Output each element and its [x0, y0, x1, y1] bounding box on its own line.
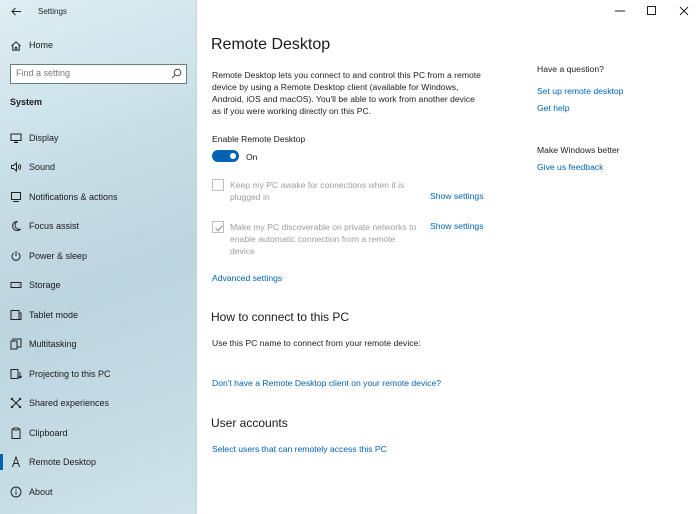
sidebar-item-label: Tablet mode [29, 310, 79, 320]
sidebar-item-label: Multitasking [29, 339, 77, 349]
sidebar-item-label: Sound [29, 162, 56, 172]
have-a-question-header: Have a question? [537, 64, 604, 74]
main-content: Remote Desktop Remote Desktop lets you c… [197, 0, 700, 514]
sidebar-item-tablet-mode[interactable]: Tablet mode [0, 304, 197, 326]
sidebar-item-label: About [29, 487, 53, 497]
toggle-state-label: On [246, 152, 258, 162]
keep-awake-label: Keep my PC awake for connections when it… [230, 180, 405, 202]
enable-remote-desktop-label: Enable Remote Desktop [212, 134, 306, 144]
sidebar-item-projecting[interactable]: Projecting to this PC [0, 363, 197, 385]
sidebar-item-label: Storage [29, 280, 61, 290]
how-to-connect-title: How to connect to this PC [211, 310, 350, 324]
checkmark-icon [215, 225, 223, 232]
setup-remote-desktop-link[interactable]: Set up remote desktop [537, 86, 623, 96]
how-to-connect-text: Use this PC name to connect from your re… [212, 338, 421, 348]
sidebar-item-label: Display [29, 133, 59, 143]
sidebar-item-display[interactable]: Display [0, 127, 197, 149]
search-icon[interactable] [171, 68, 182, 79]
sidebar-item-about[interactable]: About [0, 481, 197, 503]
back-arrow-icon [10, 7, 21, 15]
sound-icon [11, 161, 22, 173]
notifications-icon [11, 192, 21, 202]
sidebar-item-shared-experiences[interactable]: Shared experiences [0, 392, 197, 414]
storage-icon [10, 282, 22, 288]
sidebar-item-label: Home [29, 40, 54, 50]
show-settings-link-discoverable[interactable]: Show settings [430, 221, 484, 231]
sidebar-item-storage[interactable]: Storage [0, 274, 197, 296]
sidebar-item-remote-desktop[interactable]: Remote Desktop [0, 451, 197, 473]
multitasking-icon [10, 338, 22, 350]
sidebar-item-label: Shared experiences [29, 398, 110, 408]
sidebar-item-sound[interactable]: Sound [0, 156, 197, 178]
app-title: Settings [38, 7, 67, 16]
user-accounts-title: User accounts [211, 416, 288, 430]
shared-experiences-icon [10, 397, 22, 409]
home-icon [11, 41, 21, 51]
sidebar-item-multitasking[interactable]: Multitasking [0, 333, 197, 355]
discoverable-label: Make my PC discoverable on private netwo… [230, 222, 417, 256]
make-windows-better-header: Make Windows better [537, 145, 620, 155]
sidebar-item-label: Remote Desktop [29, 457, 97, 467]
display-icon [10, 133, 22, 143]
enable-remote-desktop-toggle[interactable] [212, 150, 239, 162]
power-icon [11, 251, 21, 261]
title-bar: Settings [0, 0, 197, 22]
sidebar: Settings Home System Display Sound Notif… [0, 0, 197, 514]
search-box [10, 64, 187, 84]
search-input[interactable] [16, 65, 166, 81]
sidebar-item-label: Notifications & actions [29, 192, 118, 202]
remote-desktop-icon [12, 456, 20, 468]
clipboard-icon [11, 427, 21, 439]
give-feedback-link[interactable]: Give us feedback [537, 162, 603, 172]
sidebar-item-label: Focus assist [29, 221, 80, 231]
page-title: Remote Desktop [211, 36, 331, 53]
sidebar-item-focus-assist[interactable]: Focus assist [0, 215, 197, 237]
show-settings-link-awake[interactable]: Show settings [430, 191, 484, 201]
get-help-link[interactable]: Get help [537, 103, 570, 113]
sidebar-item-clipboard[interactable]: Clipboard [0, 422, 197, 444]
keep-awake-checkbox[interactable] [212, 179, 224, 191]
sidebar-item-label: Power & sleep [29, 251, 88, 261]
sidebar-item-home[interactable]: Home [0, 36, 197, 56]
select-users-link[interactable]: Select users that can remotely access th… [212, 444, 387, 454]
no-client-link[interactable]: Don't have a Remote Desktop client on yo… [212, 378, 441, 388]
section-header-system: System [10, 97, 43, 107]
sidebar-item-power[interactable]: Power & sleep [0, 245, 197, 267]
sidebar-item-label: Projecting to this PC [29, 369, 111, 379]
toggle-knob [230, 153, 236, 159]
focus-assist-icon [12, 221, 21, 231]
tablet-mode-icon [10, 310, 22, 320]
advanced-settings-link[interactable]: Advanced settings [212, 273, 282, 283]
sidebar-item-label: Clipboard [29, 428, 68, 438]
about-icon [10, 486, 22, 498]
sidebar-item-notifications[interactable]: Notifications & actions [0, 186, 197, 208]
projecting-icon [10, 369, 22, 379]
discoverable-checkbox[interactable] [212, 221, 224, 233]
description: Remote Desktop lets you connect to and c… [212, 70, 481, 116]
back-button[interactable] [8, 4, 24, 18]
